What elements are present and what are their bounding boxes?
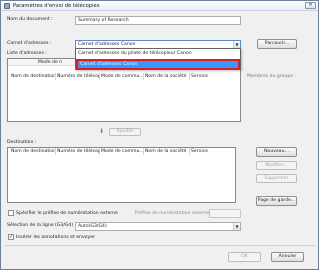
fax-settings-dialog: Paramètres d'envoi de télécopies ✕ Nom d… — [0, 0, 319, 270]
dest-column-header-comm-mode[interactable]: Mode de commu... — [100, 148, 144, 155]
line-selection-select[interactable]: Auto(G3/G4) ▼ — [75, 221, 241, 231]
dest-column-header-destination-name[interactable]: Nom de destination — [10, 148, 56, 155]
address-book-dropdown: Carnet d'adresses du pilote de télécopie… — [75, 48, 241, 70]
add-button[interactable]: Ajouter — [109, 128, 141, 136]
group-members-label: Membres du groupe : — [247, 74, 297, 79]
column-header-destination-name[interactable]: Nom de destination — [10, 73, 56, 80]
browse-button[interactable]: Parcourir... — [257, 39, 297, 49]
checkmark-icon: ✓ — [9, 234, 14, 240]
prefix-field[interactable] — [209, 208, 241, 218]
dest-column-header-department[interactable]: Service — [190, 148, 220, 155]
ok-button[interactable]: OK — [228, 252, 261, 262]
destination-list-panel[interactable]: Nom de destination Numéro de télécop... … — [7, 147, 236, 203]
dest-column-header-fax-number[interactable]: Numéro de télécop... — [56, 148, 100, 155]
fax-icon — [4, 3, 10, 9]
document-name-label: Nom du document : — [7, 17, 53, 22]
dropdown-option-canon-address-book[interactable]: Carnet d'adresses Canon — [76, 59, 240, 70]
dropdown-option-driver-address-book[interactable]: Carnet d'adresses du pilote de télécopie… — [76, 50, 240, 57]
cancel-button[interactable]: Annuler — [271, 252, 304, 262]
close-icon: ✕ — [308, 2, 313, 8]
new-button[interactable]: Nouveau... — [256, 147, 297, 157]
annotations-checkbox[interactable]: ✓ — [8, 234, 14, 240]
prefix-checkbox[interactable] — [8, 210, 14, 216]
window-title: Paramètres d'envoi de télécopies — [13, 2, 100, 9]
cover-page-button[interactable]: Page de garde... — [256, 196, 297, 206]
destination-label: Destination : — [7, 140, 37, 145]
prefix-field-label: Préfixe de numérotation externe : — [135, 210, 213, 216]
address-list-subheader-label: Mode de n — [38, 60, 63, 65]
column-header-company[interactable]: Nom de la société — [144, 73, 190, 80]
destination-list-header: Nom de destination Numéro de télécop... … — [8, 148, 235, 155]
edit-button[interactable]: Modifier... — [256, 161, 297, 170]
address-list-header: Nom de destination Numéro de télécop... … — [8, 73, 240, 80]
title-bar: Paramètres d'envoi de télécopies ✕ — [1, 1, 318, 11]
address-book-label: Carnet d'adresses : — [7, 41, 52, 46]
line-selection-label: Sélection de la ligne (G3/G4) : — [7, 223, 77, 228]
close-button[interactable]: ✕ — [305, 2, 316, 9]
prefix-checkbox-label[interactable]: Spécifier le préfixe de numérotation ext… — [16, 211, 118, 216]
column-header-comm-mode[interactable]: Mode de commu... — [100, 73, 144, 80]
column-header-fax-number[interactable]: Numéro de télécop... — [56, 73, 100, 80]
arrow-down-icon: ⬇ — [99, 128, 105, 135]
chevron-down-icon[interactable]: ▼ — [233, 40, 240, 48]
annotations-checkbox-label[interactable]: Insérer les annotations et envoyer — [16, 235, 95, 240]
address-book-selected: Carnet d'adresses Canon — [78, 41, 136, 47]
column-header-department[interactable]: Service — [190, 73, 220, 80]
address-list-label: Liste d'adresses : — [7, 51, 47, 56]
dest-column-header-company[interactable]: Nom de la société — [144, 148, 190, 155]
line-selection-value: Auto(G3/G4) — [78, 223, 107, 229]
document-name-field[interactable]: Summary of Research — [75, 15, 241, 25]
delete-button[interactable]: Supprimer — [256, 174, 297, 183]
footer-divider — [5, 245, 315, 246]
line-chevron-down-icon[interactable]: ▼ — [233, 222, 240, 230]
